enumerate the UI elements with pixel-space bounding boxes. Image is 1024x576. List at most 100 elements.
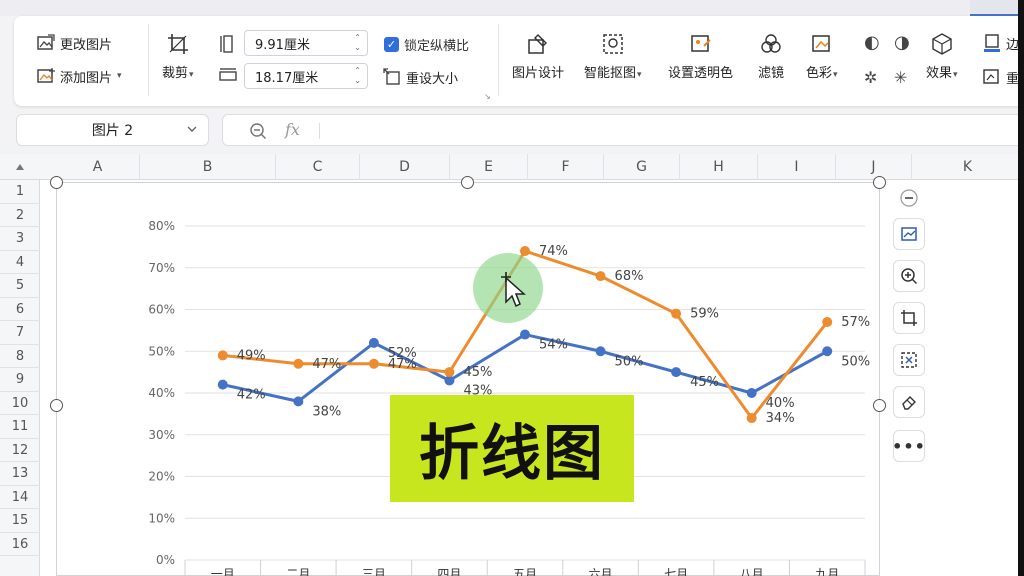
sun-increase-icon[interactable]: ✲ [864,68,877,87]
row-header-15[interactable]: 15 [0,509,40,533]
border-icon [984,34,1000,52]
reset-picture-button[interactable]: 重 [982,67,1019,87]
row-header-14[interactable]: 14 [0,486,40,509]
add-picture-button[interactable]: 添加图片 ▾ [36,66,122,86]
row-header-6[interactable]: 6 [0,298,40,321]
picture-design-icon [528,34,547,54]
resize-handle-top-middle[interactable] [461,176,474,189]
x-tick-label: 二月 [286,567,310,576]
window-edge [1018,0,1024,576]
zoom-in-button[interactable] [893,260,925,292]
column-header-g[interactable]: G [604,154,680,180]
zoom-icon[interactable] [249,122,267,140]
smart-cutout-button[interactable]: 智能抠图▾ [584,32,642,81]
eraser-icon [902,396,916,410]
data-point [217,350,228,361]
row-header-4[interactable]: 4 [0,251,40,274]
resize-handle-middle-left[interactable] [50,399,63,412]
chevron-down-icon: ▾ [117,71,122,81]
column-header-f[interactable]: F [528,154,604,180]
y-tick-label: 80% [148,219,175,233]
column-header-h[interactable]: H [680,154,758,180]
data-point [822,346,833,357]
width-input[interactable]: 9.91厘米 ⌃ ⌄ [244,30,368,56]
dialog-launcher-icon[interactable]: ↘ [484,92,491,101]
row-header-3[interactable]: 3 [0,227,40,251]
formula-bar[interactable]: fx [222,114,1024,146]
contrast-icon[interactable]: ◑ [894,32,910,53]
collapse-button[interactable] [893,182,925,214]
resize-handle-middle-right[interactable] [873,399,886,412]
sun-decrease-icon[interactable]: ✳ [894,68,907,87]
chart-elements-icon [901,227,917,241]
row-header-16[interactable]: 16 [0,533,40,556]
set-transparent-color-button[interactable]: 设置透明色 [668,32,733,81]
filter-button[interactable]: 滤镜 [758,32,784,81]
row-header-13[interactable]: 13 [0,462,40,486]
data-point [293,396,304,407]
data-point [368,337,379,348]
transparent-color-icon [690,35,711,52]
data-label: 50% [615,354,644,369]
reset-size-button[interactable]: 重设大小 [382,67,458,87]
more-button[interactable]: ••• [892,430,925,462]
data-label: 54% [539,338,568,353]
chevron-down-icon: ▾ [953,70,958,80]
row-header-1[interactable]: 1 [0,180,40,204]
line-chart-object[interactable]: 0% 10% 20% 30% 40% 50% 60% 70% 80% 一月 二月 三月 四月 五月 六月 七月… [56,182,880,576]
effects-cube-icon [932,33,952,55]
row-header-10[interactable]: 10 [0,392,40,415]
change-picture-button[interactable]: 更改图片 [36,33,112,53]
chevron-down-icon[interactable] [186,123,198,135]
resize-handle-top-right[interactable] [873,176,886,189]
line-chart: 0% 10% 20% 30% 40% 50% 60% 70% 80% 一月 二月 三月 四月 五月 六月 七月… [148,219,870,576]
column-header-c[interactable]: C [276,154,360,180]
column-header-e[interactable]: E [450,154,528,180]
column-header-k[interactable]: K [912,154,1024,180]
zoom-in-icon [901,268,918,285]
crop-button[interactable]: 裁剪▾ [162,32,194,81]
resize-handle-top-left[interactable] [50,176,63,189]
crop-icon [901,310,917,326]
row-header-9[interactable]: 9 [0,368,40,392]
row-header-11[interactable]: 11 [0,415,40,439]
column-header-i[interactable]: I [758,154,836,180]
row-header-12[interactable]: 12 [0,439,40,462]
picture-design-button[interactable]: 图片设计 [512,32,564,81]
lock-aspect-ratio-checkbox[interactable]: ✓ 锁定纵横比 [384,35,469,54]
y-tick-label: 0% [156,553,175,567]
column-header-b[interactable]: B [140,154,276,180]
height-spinner[interactable]: ⌃ ⌄ [354,66,361,86]
row-header-2[interactable]: 2 [0,204,40,227]
name-box[interactable]: 图片 2 [16,114,209,146]
crop-side-button[interactable] [893,302,925,334]
chart-elements-button[interactable] [893,218,925,250]
chevron-down-icon: ▾ [637,70,642,80]
ribbon-divider [148,24,149,96]
row-header-5[interactable]: 5 [0,274,40,298]
data-label: 38% [312,404,341,419]
effects-button[interactable]: 效果▾ [926,32,958,81]
data-label: 47% [312,357,341,372]
eraser-button[interactable] [893,386,925,418]
brightness-icon[interactable]: ◐ [864,32,880,53]
data-point [671,308,682,319]
column-header-a[interactable]: A [56,154,140,180]
height-input[interactable]: 18.17厘米 ⌃ ⌄ [244,63,368,89]
active-tab-indicator[interactable] [970,0,1024,16]
select-all-corner[interactable] [16,164,24,170]
data-label: 34% [766,411,795,426]
fx-icon[interactable]: fx [285,120,300,139]
column-header-d[interactable]: D [360,154,450,180]
column-header-j[interactable]: J [836,154,912,180]
x-tick-label: 一月 [211,567,235,576]
y-tick-label: 60% [148,303,175,317]
row-header-8[interactable]: 8 [0,345,40,368]
move-cursor-icon [473,253,543,323]
color-button[interactable]: 色彩▾ [806,32,838,81]
data-point [293,358,304,369]
column-headers: ABCDEFGHIJK [0,154,1024,180]
row-header-7[interactable]: 7 [0,321,40,345]
cutout-button[interactable] [893,344,925,376]
width-spinner[interactable]: ⌃ ⌄ [354,33,361,53]
